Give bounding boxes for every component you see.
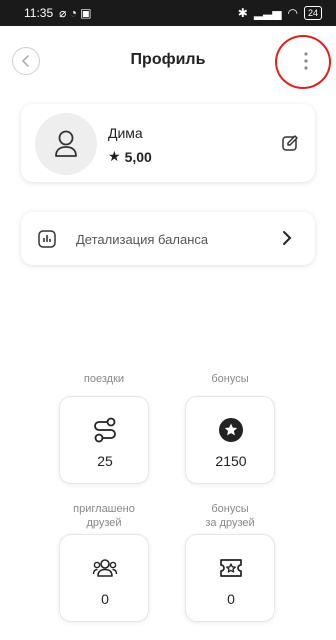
stat-card-trips[interactable]: 25 bbox=[59, 396, 149, 484]
stat-card-friend-bonuses[interactable]: 0 bbox=[185, 534, 275, 622]
status-time: 11:35 bbox=[24, 6, 54, 20]
profile-card[interactable]: Дима ★ 5,00 bbox=[21, 104, 315, 182]
stat-label-invited-line2: друзей bbox=[86, 517, 122, 529]
star-icon: ★ bbox=[108, 148, 121, 164]
rating-value: 5,00 bbox=[124, 148, 152, 165]
avatar[interactable] bbox=[35, 113, 97, 175]
top-header: Профиль bbox=[0, 26, 336, 94]
user-rating: ★ 5,00 bbox=[108, 148, 152, 165]
star-badge-icon bbox=[217, 416, 245, 444]
stat-label-invited-line1: приглашено bbox=[73, 503, 135, 515]
bluetooth-icon: ✱ bbox=[237, 6, 248, 20]
balance-label: Детализация баланса bbox=[76, 232, 209, 247]
ticket-star-icon bbox=[217, 554, 245, 582]
stat-label-trips: поездки bbox=[83, 373, 125, 385]
balance-details-row[interactable]: Детализация баланса bbox=[21, 212, 315, 265]
notification-icons: ⌀ ◔ ▣ bbox=[59, 6, 92, 20]
stat-label-friend-bonuses-line1: бонусы bbox=[211, 503, 249, 515]
chevron-right-icon bbox=[277, 227, 297, 249]
stat-label-friend-bonuses: бонусы за друзей bbox=[175, 502, 285, 530]
page-title: Профиль bbox=[130, 51, 206, 68]
stat-label-invited: приглашено друзей bbox=[49, 502, 159, 530]
signal-icon: ▂▃▅ bbox=[253, 6, 282, 20]
user-icon bbox=[55, 130, 77, 157]
user-name: Дима bbox=[108, 125, 143, 141]
more-vertical-icon bbox=[304, 52, 308, 70]
friends-icon bbox=[91, 554, 119, 582]
chart-icon bbox=[36, 228, 58, 250]
stat-value-invited: 0 bbox=[101, 591, 109, 607]
edit-profile-button[interactable] bbox=[279, 132, 301, 154]
stat-value-bonuses: 2150 bbox=[215, 453, 247, 469]
route-icon bbox=[91, 416, 119, 444]
stat-value-friend-bonuses: 0 bbox=[227, 591, 235, 607]
battery-indicator: 24 bbox=[303, 6, 322, 20]
stat-card-invited-friends[interactable]: 0 bbox=[59, 534, 149, 622]
edit-icon bbox=[282, 135, 298, 151]
more-options-button[interactable] bbox=[295, 45, 317, 77]
stat-label-bonuses: бонусы bbox=[211, 373, 249, 385]
stat-card-bonuses[interactable]: 2150 bbox=[185, 396, 275, 484]
wifi-icon: ◠ bbox=[287, 6, 298, 20]
stat-label-friend-bonuses-line2: за друзей bbox=[205, 517, 255, 529]
status-bar: 11:35 ⌀ ◔ ▣ ✱ ▂▃▅ ◠ 24 bbox=[0, 0, 336, 26]
stat-value-trips: 25 bbox=[97, 453, 113, 469]
